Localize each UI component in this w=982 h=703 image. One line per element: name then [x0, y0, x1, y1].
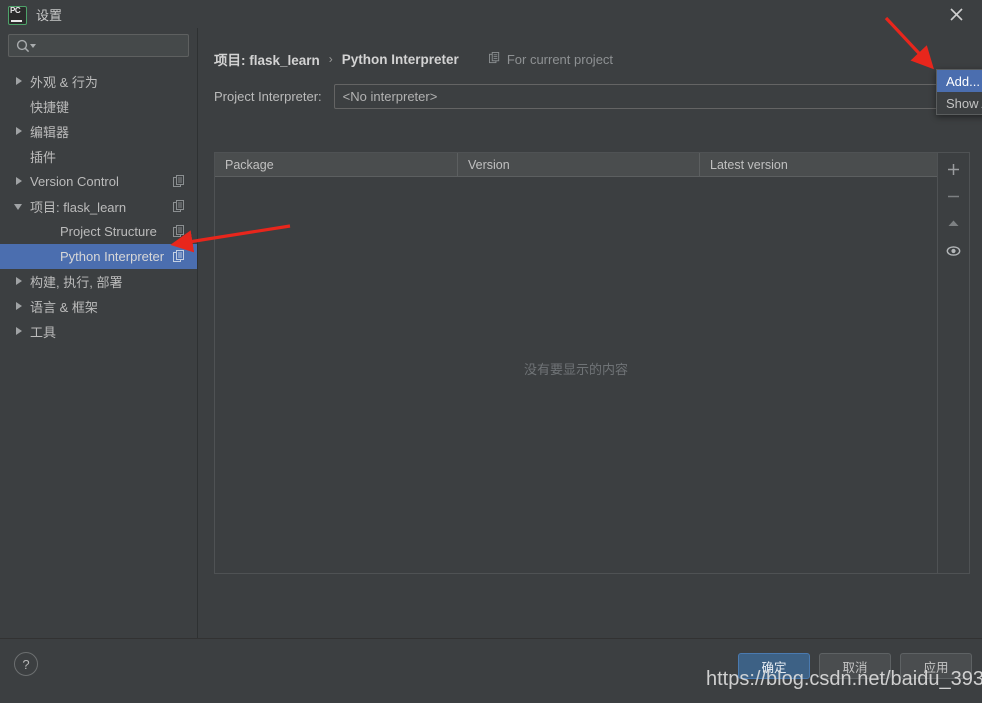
project-interpreter-value: <No interpreter> [342, 88, 438, 104]
project-interpreter-label: Project Interpreter: [214, 88, 322, 104]
packages-toolbar [937, 153, 969, 573]
packages-table-header: Package Version Latest version [215, 153, 937, 177]
packages-table: Package Version Latest version 没有要显示的内容 [214, 152, 970, 574]
project-interpreter-select[interactable]: <No interpreter> [333, 83, 964, 109]
sidebar-item-tools[interactable]: 工具 [0, 319, 197, 344]
sidebar-item-label: Project Structure [60, 224, 157, 239]
search-wrap [0, 28, 197, 65]
search-icon [16, 39, 36, 52]
scope-indicator: For current project [488, 51, 614, 67]
sidebar-item-label: 构建, 执行, 部署 [30, 275, 123, 290]
minus-icon [948, 195, 959, 198]
project-scope-icon [173, 200, 186, 213]
sidebar-item-editor[interactable]: 编辑器 [0, 119, 197, 144]
breadcrumb: 项目: flask_learn › Python Interpreter For… [214, 44, 970, 74]
project-scope-icon [488, 51, 501, 67]
sidebar-item-appearance-behavior[interactable]: 外观 & 行为 [0, 69, 197, 94]
search-input[interactable] [8, 34, 189, 57]
sidebar-item-label: 工具 [30, 325, 57, 340]
settings-content: 项目: flask_learn › Python Interpreter For… [198, 28, 982, 638]
menu-item-add[interactable]: Add... [937, 70, 982, 92]
chevron-right-icon[interactable] [14, 76, 25, 87]
apply-button[interactable]: 应用 [900, 653, 972, 679]
sidebar-item-label: 外观 & 行为 [30, 75, 98, 90]
show-early-releases-button[interactable] [940, 237, 967, 264]
chevron-right-icon[interactable] [14, 276, 25, 287]
install-package-button[interactable] [940, 156, 967, 183]
plus-icon [948, 164, 959, 175]
sidebar-item-plugins[interactable]: 插件 [0, 144, 197, 169]
sidebar-item-label: 快捷键 [30, 100, 70, 115]
project-scope-icon [173, 175, 186, 188]
ok-button[interactable]: 确定 [738, 653, 810, 679]
sidebar-item-project-structure[interactable]: Project Structure [0, 219, 197, 244]
settings-dialog: PC 设置 外观 & 行为 快捷键 编辑器 插件 Version Control… [0, 0, 982, 703]
chevron-down-icon[interactable] [14, 201, 25, 212]
project-scope-icon [173, 225, 186, 238]
chevron-right-icon[interactable] [14, 126, 25, 137]
eye-icon [946, 245, 961, 256]
breadcrumb-project[interactable]: 项目: flask_learn [214, 49, 320, 69]
title-bar: PC 设置 [0, 0, 982, 28]
scope-label: For current project [506, 51, 614, 67]
sidebar-item-languages-frameworks[interactable]: 语言 & 框架 [0, 294, 197, 319]
packages-table-body[interactable]: 没有要显示的内容 [215, 177, 937, 573]
chevron-right-icon[interactable] [14, 301, 25, 312]
sidebar-item-label: Python Interpreter [60, 249, 165, 264]
sidebar-item-python-interpreter[interactable]: Python Interpreter [0, 244, 197, 269]
sidebar-item-label: 插件 [30, 150, 57, 165]
sidebar-item-project-flask-learn[interactable]: 项目: flask_learn [0, 194, 197, 219]
sidebar-item-keymap[interactable]: 快捷键 [0, 94, 197, 119]
sidebar-item-build-execution-deployment[interactable]: 构建, 执行, 部署 [0, 269, 197, 294]
page-title: Python Interpreter [341, 51, 459, 67]
window-title: 设置 [36, 7, 63, 23]
sidebar-item-label: 编辑器 [30, 125, 70, 140]
sidebar-item-version-control[interactable]: Version Control [0, 169, 197, 194]
project-scope-icon [173, 250, 186, 263]
dialog-body: 外观 & 行为 快捷键 编辑器 插件 Version Control 项目: f… [0, 28, 982, 638]
chevron-right-icon[interactable] [14, 326, 25, 337]
triangle-up-icon [948, 220, 959, 226]
menu-item-show-all[interactable]: Show A [937, 92, 982, 114]
settings-sidebar: 外观 & 行为 快捷键 编辑器 插件 Version Control 项目: f… [0, 28, 198, 638]
breadcrumb-separator: › [328, 52, 333, 66]
sidebar-item-label: 语言 & 框架 [30, 300, 98, 315]
chevron-right-icon[interactable] [14, 176, 25, 187]
sidebar-item-label: Version Control [30, 174, 119, 189]
dialog-buttons: 确定 取消 应用 [738, 653, 972, 679]
upgrade-package-button[interactable] [940, 210, 967, 237]
column-header-package[interactable]: Package [215, 153, 458, 176]
packages-table-main: Package Version Latest version 没有要显示的内容 [215, 153, 937, 573]
close-icon[interactable] [947, 5, 967, 25]
column-header-version[interactable]: Version [458, 153, 700, 176]
dialog-footer: ? 确定 取消 应用 [0, 638, 982, 703]
settings-tree: 外观 & 行为 快捷键 编辑器 插件 Version Control 项目: f… [0, 65, 197, 638]
project-interpreter-row: Project Interpreter: <No interpreter> [214, 83, 970, 109]
column-header-latest-version[interactable]: Latest version [700, 153, 937, 176]
pycharm-icon: PC [8, 5, 27, 25]
interpreter-add-menu: Add... Show A [936, 69, 982, 115]
help-button[interactable]: ? [14, 652, 38, 676]
sidebar-item-label: 项目: flask_learn [30, 200, 127, 215]
cancel-button[interactable]: 取消 [819, 653, 891, 679]
empty-state-message: 没有要显示的内容 [523, 362, 628, 377]
uninstall-package-button[interactable] [940, 183, 967, 210]
